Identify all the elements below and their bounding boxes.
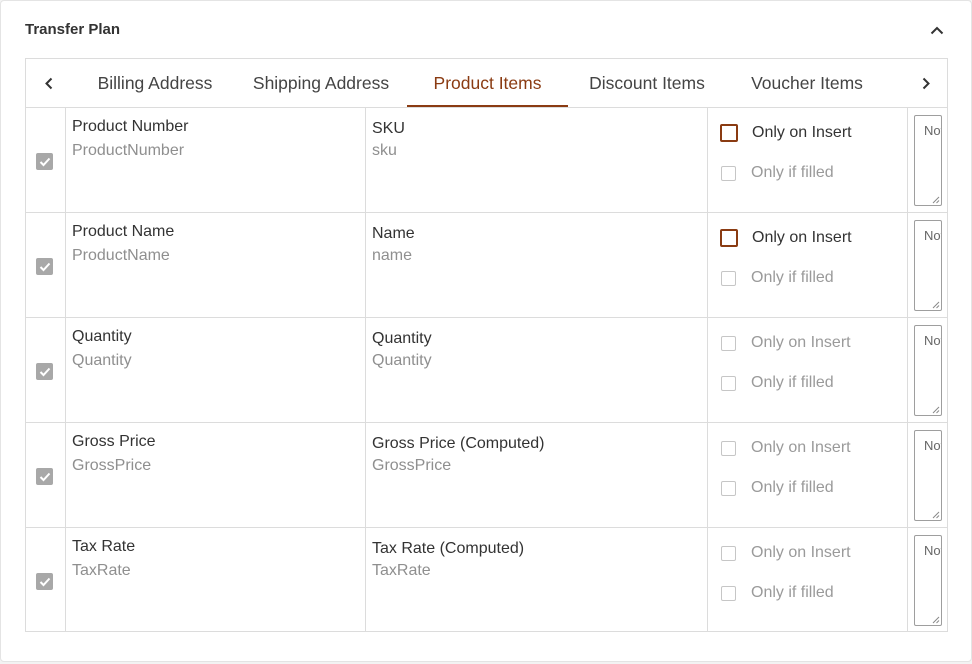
note-placeholder: Note [924, 228, 941, 243]
tab-bar: Billing Address Shipping Address Product… [26, 59, 947, 108]
note-textarea[interactable]: Note [914, 220, 942, 311]
collapse-button[interactable] [927, 21, 947, 39]
source-field-label: Product Name [72, 223, 175, 240]
resize-grip-icon[interactable] [932, 406, 940, 414]
tab-discount-items[interactable]: Discount Items [575, 59, 719, 107]
only-if-filled-label: Only if filled [751, 479, 834, 496]
row-enabled-checkbox[interactable] [36, 258, 53, 275]
only-if-filled-checkbox[interactable] [721, 480, 736, 496]
only-on-insert-checkbox[interactable] [720, 124, 738, 142]
only-on-insert-checkbox[interactable] [721, 440, 736, 456]
card-title: Transfer Plan [25, 21, 121, 38]
chevron-right-icon [922, 77, 930, 89]
target-field-label: Tax Rate (Computed) [372, 540, 525, 557]
only-on-insert-label: Only on Insert [751, 544, 851, 561]
only-on-insert-option[interactable]: Only on Insert [720, 123, 852, 143]
only-on-insert-option[interactable]: Only on Insert [720, 543, 851, 563]
note-placeholder: Note [924, 438, 941, 453]
resize-grip-icon[interactable] [932, 196, 940, 204]
resize-grip-icon[interactable] [932, 616, 940, 624]
only-if-filled-label: Only if filled [751, 584, 834, 601]
only-if-filled-option[interactable]: Only if filled [720, 478, 834, 498]
note-textarea[interactable]: Note [914, 430, 942, 521]
only-if-filled-checkbox[interactable] [721, 375, 736, 391]
mapping-row: Gross Price GrossPrice Gross Price (Comp… [26, 423, 947, 528]
only-on-insert-label: Only on Insert [751, 439, 851, 456]
target-field-label: Gross Price (Computed) [372, 435, 545, 452]
source-field-key: ProductName [72, 247, 170, 264]
note-textarea[interactable]: Note [914, 325, 942, 416]
check-icon [39, 577, 50, 586]
target-field-key: TaxRate [372, 562, 431, 579]
mapping-panel: Billing Address Shipping Address Product… [25, 58, 948, 632]
chevron-left-icon [45, 77, 53, 89]
only-on-insert-checkbox[interactable] [720, 229, 738, 247]
only-on-insert-option[interactable]: Only on Insert [720, 333, 851, 353]
resize-grip-icon[interactable] [932, 511, 940, 519]
target-field-key: GrossPrice [372, 457, 452, 474]
only-if-filled-checkbox[interactable] [721, 585, 736, 601]
source-field-key: ProductNumber [72, 142, 185, 159]
target-field-key: name [372, 247, 413, 264]
source-field-key: Quantity [72, 352, 132, 369]
only-on-insert-option[interactable]: Only on Insert [720, 228, 852, 248]
resize-grip-icon[interactable] [932, 301, 940, 309]
target-field-key: Quantity [372, 352, 432, 369]
only-if-filled-option[interactable]: Only if filled [720, 373, 834, 393]
only-if-filled-option[interactable]: Only if filled [720, 583, 834, 603]
mapping-row: Tax Rate TaxRate Tax Rate (Computed) Tax… [26, 528, 947, 631]
tab-billing-address[interactable]: Billing Address [75, 59, 235, 107]
mapping-row: Product Name ProductName Name name Only … [26, 213, 947, 318]
note-placeholder: Note [924, 333, 941, 348]
source-field-label: Product Number [72, 118, 189, 135]
source-field-key: TaxRate [72, 562, 131, 579]
tab-scroll-right-button[interactable] [903, 59, 947, 107]
mapping-row: Quantity Quantity Quantity Quantity Only… [26, 318, 947, 423]
check-icon [39, 472, 50, 481]
only-if-filled-label: Only if filled [751, 269, 834, 286]
target-field-label: SKU [372, 120, 405, 137]
source-field-label: Gross Price [72, 433, 156, 450]
check-icon [39, 157, 50, 166]
only-if-filled-checkbox[interactable] [721, 165, 736, 181]
tab-voucher-items[interactable]: Voucher Items [738, 59, 876, 107]
check-icon [39, 367, 50, 376]
source-field-label: Quantity [72, 328, 132, 345]
target-field-key: sku [372, 142, 397, 159]
only-on-insert-checkbox[interactable] [721, 545, 736, 561]
tab-scroll-left-button[interactable] [26, 59, 72, 107]
only-on-insert-checkbox[interactable] [721, 335, 736, 351]
target-field-label: Quantity [372, 330, 432, 347]
row-enabled-checkbox[interactable] [36, 468, 53, 485]
only-on-insert-label: Only on Insert [752, 124, 852, 141]
active-tab-indicator [407, 105, 568, 107]
only-on-insert-label: Only on Insert [751, 334, 851, 351]
only-if-filled-checkbox[interactable] [721, 270, 736, 286]
source-field-key: GrossPrice [72, 457, 152, 474]
note-placeholder: Note [924, 123, 941, 138]
note-placeholder: Note [924, 543, 941, 558]
note-textarea[interactable]: Note [914, 115, 942, 206]
tab-product-items[interactable]: Product Items [407, 59, 568, 107]
check-icon [39, 262, 50, 271]
source-field-label: Tax Rate [72, 538, 136, 555]
mapping-row: Product Number ProductNumber SKU sku Onl… [26, 108, 947, 213]
row-enabled-checkbox[interactable] [36, 363, 53, 380]
chevron-up-icon [930, 26, 944, 34]
tab-shipping-address[interactable]: Shipping Address [242, 59, 400, 107]
note-textarea[interactable]: Note [914, 535, 942, 626]
transfer-plan-card: Transfer Plan Billing Address Shipping A… [0, 0, 972, 662]
only-if-filled-option[interactable]: Only if filled [720, 163, 834, 183]
row-enabled-checkbox[interactable] [36, 573, 53, 590]
row-enabled-checkbox[interactable] [36, 153, 53, 170]
target-field-label: Name [372, 225, 415, 242]
only-if-filled-label: Only if filled [751, 164, 834, 181]
only-on-insert-option[interactable]: Only on Insert [720, 438, 851, 458]
only-if-filled-label: Only if filled [751, 374, 834, 391]
only-if-filled-option[interactable]: Only if filled [720, 268, 834, 288]
only-on-insert-label: Only on Insert [752, 229, 852, 246]
